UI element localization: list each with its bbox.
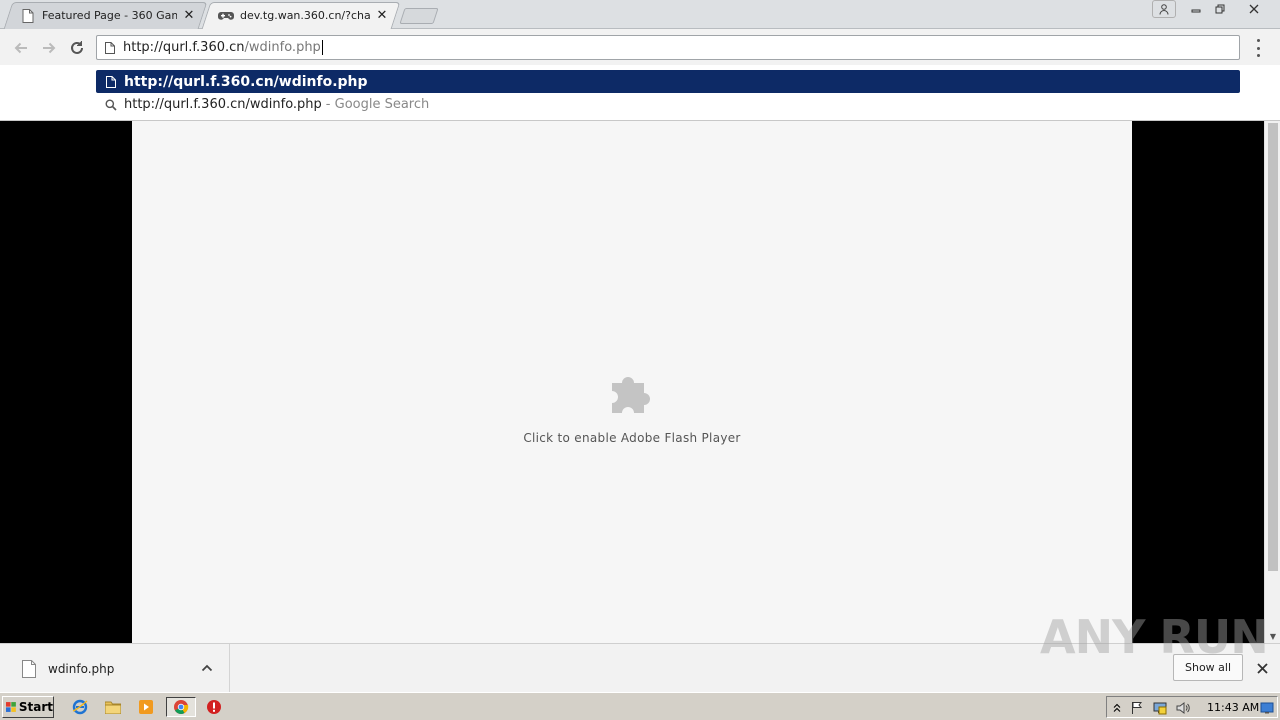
system-clock[interactable]: 11:43 AM	[1207, 701, 1259, 714]
show-desktop-icon[interactable]	[1259, 700, 1275, 716]
flash-plugin-area[interactable]: Click to enable Adobe Flash Player	[132, 121, 1132, 643]
profile-icon[interactable]	[1152, 0, 1176, 18]
search-icon	[104, 98, 118, 112]
anyrun-watermark: ANY RUN	[1040, 610, 1269, 664]
chevron-up-icon[interactable]	[1109, 700, 1125, 716]
tab-title: dev.tg.wan.360.cn/?channel	[240, 9, 370, 22]
tab-dev-tg-wan[interactable]: dev.tg.wan.360.cn/?channel ✕	[201, 2, 401, 29]
chrome-taskbar-icon[interactable]	[166, 697, 196, 717]
chevron-up-icon[interactable]	[199, 660, 215, 676]
screen: Featured Page - 360 Game Center ✕ dev.tg…	[0, 0, 1280, 720]
tab-strip: Featured Page - 360 Game Center ✕ dev.tg…	[0, 0, 1280, 29]
file-icon	[22, 660, 36, 678]
text-caret	[321, 40, 323, 55]
browser-menu-button[interactable]	[1250, 39, 1266, 57]
internet-explorer-icon[interactable]	[69, 697, 91, 717]
system-tray: 11:43 AM	[1106, 696, 1278, 718]
close-tab-icon[interactable]: ✕	[374, 8, 390, 24]
windows-flag-icon	[6, 702, 16, 712]
omnibox-suggestions: http://qurl.f.360.cn/wdinfo.php http://q…	[0, 65, 1280, 121]
file-explorer-icon[interactable]	[102, 697, 124, 717]
restore-icon[interactable]	[1208, 0, 1232, 18]
puzzle-piece-icon	[610, 371, 654, 419]
minimize-icon[interactable]	[1184, 0, 1208, 18]
url-path: /wdinfo.php	[244, 40, 321, 55]
forward-button[interactable]	[38, 37, 60, 59]
suggestion-text: http://qurl.f.360.cn/wdinfo.php	[124, 97, 322, 112]
browser-toolbar: http://qurl.f.360.cn/wdinfo.php	[0, 29, 1280, 65]
suggestion-google-search[interactable]: http://qurl.f.360.cn/wdinfo.php - Google…	[96, 93, 1240, 116]
reload-button[interactable]	[66, 37, 88, 59]
tab-featured-page[interactable]: Featured Page - 360 Game Center ✕	[3, 2, 208, 29]
suggestion-hint: - Google Search	[325, 97, 430, 112]
download-item[interactable]: wdinfo.php	[0, 644, 230, 692]
close-window-icon[interactable]	[1240, 0, 1268, 18]
url-host: http://qurl.f.360.cn	[123, 40, 245, 55]
taskbar: Start 11:43 AM	[0, 692, 1280, 720]
new-tab-button[interactable]	[399, 8, 439, 24]
suggestion-text: http://qurl.f.360.cn/wdinfo.php	[124, 73, 368, 90]
back-button[interactable]	[10, 37, 32, 59]
vertical-scrollbar[interactable]: ▼	[1264, 121, 1280, 643]
suggestion-url[interactable]: http://qurl.f.360.cn/wdinfo.php	[96, 70, 1240, 93]
close-tab-icon[interactable]: ✕	[181, 8, 197, 24]
scroll-down-arrow-icon[interactable]: ▼	[1268, 631, 1278, 641]
url-text[interactable]: http://qurl.f.360.cn/wdinfo.php	[123, 40, 323, 55]
scrollbar-thumb[interactable]	[1268, 123, 1278, 571]
tab-title: Featured Page - 360 Game Center	[42, 9, 177, 22]
page-icon	[20, 8, 36, 24]
plugin-placeholder[interactable]: Click to enable Adobe Flash Player	[132, 371, 1132, 445]
network-icon[interactable]	[1152, 700, 1168, 716]
flash-enable-message[interactable]: Click to enable Adobe Flash Player	[523, 431, 740, 445]
download-file-name: wdinfo.php	[48, 662, 115, 676]
action-center-flag-icon[interactable]	[1129, 700, 1145, 716]
media-player-icon[interactable]	[135, 697, 157, 717]
start-label: Start	[18, 700, 53, 714]
volume-icon[interactable]	[1175, 700, 1191, 716]
page-icon	[104, 75, 118, 89]
page-icon	[103, 41, 117, 55]
start-button[interactable]: Start	[2, 696, 54, 718]
page-content: Click to enable Adobe Flash Player	[0, 121, 1264, 643]
address-bar[interactable]: http://qurl.f.360.cn/wdinfo.php	[96, 35, 1240, 60]
gamepad-icon	[218, 8, 234, 24]
stop-sign-icon[interactable]	[203, 697, 225, 717]
